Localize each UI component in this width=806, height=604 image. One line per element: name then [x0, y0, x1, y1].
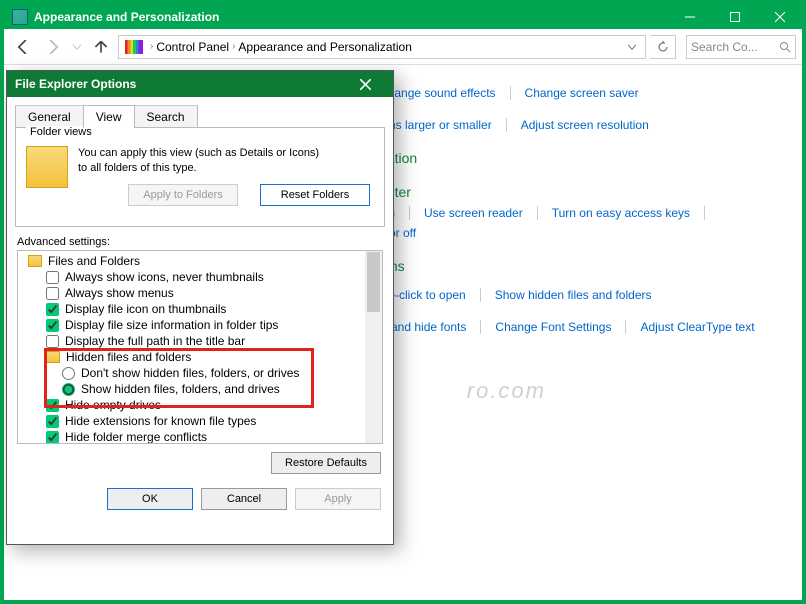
checkbox[interactable] [46, 431, 59, 444]
radio[interactable] [62, 383, 75, 396]
dialog-title: File Explorer Options [15, 77, 136, 91]
category-heading[interactable]: enter [379, 184, 759, 200]
tree-item-label: Always show icons, never thumbnails [65, 270, 264, 284]
breadcrumb[interactable]: › Control Panel › Appearance and Persona… [118, 35, 646, 59]
tree-checkbox-item[interactable]: Always show icons, never thumbnails [18, 269, 365, 285]
category-link[interactable]: n or off [379, 226, 759, 240]
titlebar: Appearance and Personalization [4, 4, 802, 29]
folder-views-group: Folder views You can apply this view (su… [15, 127, 385, 227]
category-link[interactable]: Adjust ClearType text [640, 320, 754, 334]
back-button[interactable] [10, 34, 36, 60]
tree-item-label: Don't show hidden files, folders, or dri… [81, 366, 299, 380]
tab-view[interactable]: View [83, 105, 135, 128]
tab-general[interactable]: General [15, 105, 84, 128]
category-link[interactable]: Turn on easy access keys [552, 206, 705, 220]
apply-to-folders-button[interactable]: Apply to Folders [128, 184, 238, 206]
folder-views-text: You can apply this view (such as Details… [78, 146, 328, 176]
tree-root: Files and Folders [18, 253, 365, 269]
ok-button[interactable]: OK [107, 488, 193, 510]
scrollbar-thumb[interactable] [367, 252, 380, 312]
tree-item-label: Display file icon on thumbnails [65, 302, 226, 316]
window-title: Appearance and Personalization [34, 10, 667, 24]
dialog-footer: OK Cancel Apply [7, 482, 393, 520]
category-link[interactable]: Show hidden files and folders [495, 288, 652, 302]
checkbox[interactable] [46, 415, 59, 428]
checkbox[interactable] [46, 303, 59, 316]
radio[interactable] [62, 367, 75, 380]
checkbox[interactable] [46, 287, 59, 300]
category-link[interactable]: Use screen reader [424, 206, 538, 220]
apply-button[interactable]: Apply [295, 488, 381, 510]
category-link[interactable]: Change Font Settings [495, 320, 626, 334]
advanced-settings-label: Advanced settings: [17, 236, 383, 248]
tree-checkbox-item[interactable]: Hide extensions for known file types [18, 413, 365, 429]
folder-icon [28, 255, 42, 267]
advanced-settings-tree: Files and Folders Always show icons, neve… [17, 250, 383, 444]
maximize-button[interactable] [712, 4, 757, 29]
tree-item-label: Hide empty drives [65, 398, 161, 412]
checkbox[interactable] [46, 399, 59, 412]
tree-root-label: Files and Folders [48, 254, 140, 268]
tree-item-label: Always show menus [65, 286, 174, 300]
category-link[interactable]: Change sound effects [379, 86, 511, 100]
breadcrumb-level[interactable]: Control Panel [156, 40, 229, 54]
up-button[interactable] [88, 34, 114, 60]
folder-icon [46, 351, 60, 363]
tree-group-label: Hidden files and folders [66, 350, 191, 364]
search-input[interactable]: Search Co... [686, 35, 796, 59]
checkbox[interactable] [46, 271, 59, 284]
tree-group: Hidden files and folders [18, 349, 365, 365]
tree-checkbox-item[interactable]: Hide folder merge conflicts [18, 429, 365, 444]
refresh-button[interactable] [650, 35, 676, 59]
chevron-right-icon: › [150, 41, 153, 52]
close-button[interactable] [757, 4, 802, 29]
tree-item-label: Hide folder merge conflicts [65, 430, 207, 444]
dialog-tabs: General View Search [15, 105, 385, 128]
navbar: › Control Panel › Appearance and Persona… [4, 29, 802, 65]
file-explorer-options-dialog: File Explorer Options General View Searc… [6, 70, 394, 545]
cancel-button[interactable]: Cancel [201, 488, 287, 510]
tree-checkbox-item[interactable]: Always show menus [18, 285, 365, 301]
tree-checkbox-item[interactable]: Display file icon on thumbnails [18, 301, 365, 317]
dialog-titlebar: File Explorer Options [7, 71, 393, 97]
chevron-right-icon: › [232, 41, 235, 52]
category-link[interactable]: w and hide fonts [379, 320, 481, 334]
dialog-close-button[interactable] [345, 73, 385, 95]
restore-defaults-button[interactable]: Restore Defaults [271, 452, 381, 474]
category-link[interactable]: ems larger or smaller [379, 118, 507, 132]
category-link[interactable]: Adjust screen resolution [521, 118, 649, 132]
tree-checkbox-item[interactable]: Display the full path in the title bar [18, 333, 365, 349]
scrollbar[interactable] [365, 251, 382, 443]
tree-radio-item[interactable]: Show hidden files, folders, and drives [18, 381, 365, 397]
category-icon [125, 40, 143, 54]
tab-search[interactable]: Search [134, 105, 198, 128]
checkbox[interactable] [46, 335, 59, 348]
tree-item-label: Display file size information in folder … [65, 318, 278, 332]
tree-item-label: Display the full path in the title bar [65, 334, 245, 348]
tree-checkbox-item[interactable]: Hide empty drives [18, 397, 365, 413]
tree-checkbox-item[interactable]: Display file size information in folder … [18, 317, 365, 333]
category-link[interactable]: Change screen saver [525, 86, 639, 100]
search-icon [779, 41, 791, 53]
checkbox[interactable] [46, 319, 59, 332]
tree-radio-item[interactable]: Don't show hidden files, folders, or dri… [18, 365, 365, 381]
category-heading[interactable]: ions [379, 258, 762, 274]
forward-button[interactable] [40, 34, 66, 60]
breadcrumb-level[interactable]: Appearance and Personalization [238, 40, 411, 54]
category-link[interactable]: ble-click to open [379, 288, 481, 302]
tree-item-label: Show hidden files, folders, and drives [81, 382, 280, 396]
breadcrumb-dropdown[interactable] [623, 43, 641, 51]
recent-dropdown[interactable] [70, 34, 84, 60]
search-placeholder: Search Co... [691, 40, 758, 54]
reset-folders-button[interactable]: Reset Folders [260, 184, 370, 206]
folder-views-icon [26, 146, 68, 188]
minimize-button[interactable] [667, 4, 712, 29]
tree-item-label: Hide extensions for known file types [65, 414, 256, 428]
control-panel-icon [12, 9, 28, 25]
